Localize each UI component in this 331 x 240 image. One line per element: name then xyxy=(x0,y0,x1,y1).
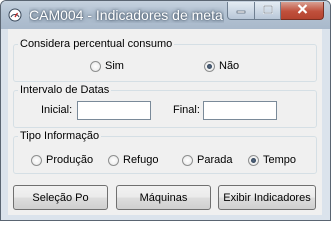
radio-tempo[interactable]: Tempo xyxy=(248,154,296,166)
final-date-input[interactable] xyxy=(203,101,277,120)
minimize-button[interactable] xyxy=(227,2,255,20)
close-button[interactable] xyxy=(281,2,324,20)
exibir-indicadores-button[interactable]: Exibir Indicadores xyxy=(218,185,316,210)
datas-legend: Intervalo de Datas xyxy=(20,84,110,96)
radio-producao[interactable]: Produção xyxy=(31,154,93,166)
radio-parada[interactable]: Parada xyxy=(182,154,232,166)
close-icon xyxy=(297,4,308,17)
radio-refugo[interactable]: Refugo xyxy=(108,154,158,166)
radio-producao-indicator xyxy=(31,154,42,166)
tipo-legend: Tipo Informação xyxy=(20,130,100,142)
maquinas-button[interactable]: Máquinas xyxy=(116,185,211,210)
final-label: Final: xyxy=(173,104,200,116)
consumo-legend: Considera percentual consumo xyxy=(20,38,173,50)
radio-sim[interactable]: Sim xyxy=(90,60,124,72)
window-title: CAM004 - Indicadores de meta... xyxy=(29,7,224,23)
dialog-client-area: Considera percentual consumo Sim Não Int… xyxy=(8,29,322,215)
radio-parada-indicator xyxy=(182,154,193,166)
tipo-group: Tipo Informação xyxy=(13,130,317,174)
radio-nao-indicator xyxy=(204,60,215,72)
radio-producao-label: Produção xyxy=(46,154,94,166)
maximize-button[interactable] xyxy=(255,2,281,20)
radio-sim-indicator xyxy=(90,60,101,72)
inicial-date-input[interactable] xyxy=(77,101,151,120)
radio-nao[interactable]: Não xyxy=(204,60,239,72)
radio-refugo-indicator xyxy=(108,154,119,166)
maximize-icon xyxy=(262,4,273,17)
radio-nao-label: Não xyxy=(219,60,240,72)
title-bar[interactable]: CAM004 - Indicadores de meta... xyxy=(1,1,330,29)
radio-parada-label: Parada xyxy=(197,154,233,166)
radio-tempo-label: Tempo xyxy=(263,154,297,166)
radio-refugo-label: Refugo xyxy=(123,154,159,166)
selecao-button[interactable]: Seleção Po xyxy=(13,185,108,210)
dialog-window: CAM004 - Indicadores de meta... Consider… xyxy=(0,0,331,221)
radio-sim-label: Sim xyxy=(105,60,124,72)
consumo-group: Considera percentual consumo xyxy=(13,38,317,82)
radio-tempo-indicator xyxy=(248,154,259,166)
inicial-label: Inicial: xyxy=(41,104,73,116)
minimize-icon xyxy=(236,5,246,17)
gauge-icon xyxy=(8,8,22,22)
